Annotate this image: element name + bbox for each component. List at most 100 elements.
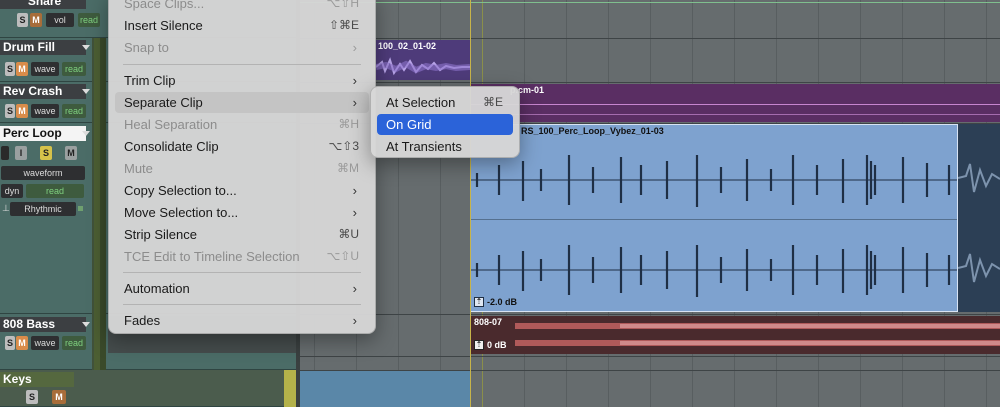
track-options-arrow-icon[interactable] [82, 89, 90, 94]
mute-button[interactable]: M [65, 146, 77, 160]
menu-item-label: Consolidate Clip [124, 139, 219, 154]
submenu-chevron-icon: › [352, 205, 357, 220]
menu-item-label: Copy Selection to... [124, 183, 237, 198]
track-name[interactable]: Rev Crash [0, 84, 86, 99]
menu-item-shortcut: ⌥⇧H [326, 0, 359, 10]
menu-item-shortcut: ⌘H [338, 117, 359, 131]
perc-loop-waveform [471, 155, 957, 297]
automation-mode-selector[interactable]: read [26, 184, 84, 198]
bass-clip-gain-icon[interactable]: ⇡ [474, 340, 484, 350]
record-enable-button[interactable] [1, 146, 9, 160]
elastic-audio-selector[interactable]: Rhythmic [10, 202, 76, 216]
automation-mode-selector[interactable]: read [78, 13, 100, 27]
menu-item-consolidate-clip[interactable]: Consolidate Clip ⌥⇧3 [115, 136, 369, 157]
separate-clip-submenu: At Selection ⌘E On Grid At Transients [370, 86, 520, 158]
track-name[interactable]: Drum Fill [0, 40, 86, 55]
menu-item-space-clips[interactable]: Space Clips... ⌥⇧H [115, 0, 369, 14]
mute-button[interactable]: M [16, 62, 28, 76]
playlist-selector[interactable]: dyn [1, 184, 23, 198]
clip-gain-icon[interactable]: ⇡ [474, 297, 484, 307]
solo-button[interactable]: S [5, 62, 15, 76]
input-monitor-button[interactable]: I [15, 146, 27, 160]
automation-mode-selector[interactable]: read [62, 336, 86, 350]
menu-item-mute[interactable]: Mute ⌘M [115, 158, 369, 179]
submenu-chevron-icon: › [352, 313, 357, 328]
mute-button[interactable]: M [30, 13, 42, 27]
menu-item-label: Separate Clip [124, 95, 203, 110]
track-name[interactable]: 808 Bass [0, 317, 86, 332]
solo-button[interactable]: S [5, 104, 15, 118]
menu-separator [123, 272, 361, 273]
menu-item-snap-to[interactable]: Snap to › [115, 37, 369, 58]
solo-button[interactable]: S [26, 390, 38, 404]
rev-crash-clip[interactable]: p.cm-01 [470, 84, 1000, 122]
menu-item-label: Snap to [124, 40, 169, 55]
menu-item-shortcut: ⌘M [337, 161, 359, 175]
perc-loop-clip-continuation[interactable] [958, 124, 1000, 312]
submenu-chevron-icon: › [352, 183, 357, 198]
track-keys: Keys S M [0, 370, 300, 407]
menu-item-on-grid[interactable]: On Grid [377, 114, 513, 135]
menu-item-label: Fades [124, 313, 161, 328]
menu-item-label: Automation [124, 281, 190, 296]
bass-clip[interactable]: 808-07 ⇡ 0 dB [470, 316, 1000, 354]
solo-button[interactable]: S [40, 146, 52, 160]
track-view-selector[interactable]: wave [31, 62, 59, 76]
submenu-chevron-icon: › [352, 281, 357, 296]
menu-item-heal-separation[interactable]: Heal Separation ⌘H [115, 114, 369, 135]
menu-separator [123, 64, 361, 65]
playhead[interactable] [470, 0, 471, 407]
menu-item-copy-selection-to[interactable]: Copy Selection to... › [115, 180, 369, 201]
clip-edit-menu: Space Clips... ⌥⇧H Insert Silence ⇧⌘E Sn… [108, 0, 376, 334]
menu-item-separate-clip[interactable]: Separate Clip › [115, 92, 369, 113]
menu-item-shortcut: ⌥⇧U [326, 249, 359, 263]
menu-item-automation[interactable]: Automation › [115, 278, 369, 299]
menu-item-label: Space Clips... [124, 0, 205, 11]
menu-item-label: Insert Silence [124, 18, 203, 33]
menu-item-at-selection[interactable]: At Selection ⌘E [377, 92, 513, 113]
submenu-chevron-icon: › [352, 95, 357, 110]
track-options-arrow-icon[interactable] [82, 45, 90, 50]
menu-item-tce-edit[interactable]: TCE Edit to Timeline Selection ⌥⇧U [115, 246, 369, 267]
menu-item-label: Strip Silence [124, 227, 197, 242]
track-options-arrow-icon[interactable] [82, 131, 90, 136]
menu-item-at-transients[interactable]: At Transients [377, 136, 513, 157]
track-name[interactable]: Share [0, 0, 86, 9]
track-view-selector[interactable]: vol [46, 13, 74, 27]
menu-item-insert-silence[interactable]: Insert Silence ⇧⌘E [115, 15, 369, 36]
track-view-selector[interactable]: wave [31, 104, 59, 118]
rev-crash-waveform-low [470, 114, 1000, 115]
keys-clip[interactable] [300, 371, 470, 407]
track-name[interactable]: Keys [0, 372, 74, 387]
automation-mode-selector[interactable]: read [62, 104, 86, 118]
menu-item-fades[interactable]: Fades › [115, 310, 369, 331]
mute-button[interactable]: M [52, 390, 66, 404]
solo-button[interactable]: S [17, 13, 28, 27]
level-meter-right [100, 38, 106, 370]
automation-mode-selector[interactable]: read [62, 62, 86, 76]
mute-button[interactable]: M [16, 104, 28, 118]
mute-button[interactable]: M [16, 336, 28, 350]
menu-item-label: At Selection [386, 95, 456, 110]
perc-loop-clip-gain: -2.0 dB [487, 297, 518, 307]
track-view-selector[interactable]: wave [31, 336, 59, 350]
menu-separator [123, 304, 361, 305]
solo-button[interactable]: S [5, 336, 15, 350]
menu-item-strip-silence[interactable]: Strip Silence ⌘U [115, 224, 369, 245]
menu-item-label: TCE Edit to Timeline Selection [124, 249, 300, 264]
perc-loop-clip[interactable]: RS_100_Perc_Loop_Vybez_01-03 ⇡ -2.0 dB [470, 124, 958, 312]
menu-item-label: At Transients [386, 139, 462, 154]
menu-item-move-selection-to[interactable]: Move Selection to... › [115, 202, 369, 223]
menu-item-shortcut: ⌘U [338, 227, 359, 241]
track-options-arrow-icon[interactable] [82, 322, 90, 327]
bass-clip-gain: 0 dB [487, 340, 507, 350]
track-name[interactable]: Perc Loop [0, 126, 86, 141]
track-view-selector[interactable]: waveform [1, 166, 85, 180]
submenu-chevron-icon: › [352, 40, 357, 55]
menu-item-trim-clip[interactable]: Trim Clip › [115, 70, 369, 91]
submenu-chevron-icon: › [352, 73, 357, 88]
drum-fill-waveform [376, 57, 470, 76]
elastic-icon: ⊥ [2, 203, 10, 213]
menu-item-label: Move Selection to... [124, 205, 239, 220]
drum-fill-clip[interactable]: 100_02_01-02 [376, 40, 470, 80]
